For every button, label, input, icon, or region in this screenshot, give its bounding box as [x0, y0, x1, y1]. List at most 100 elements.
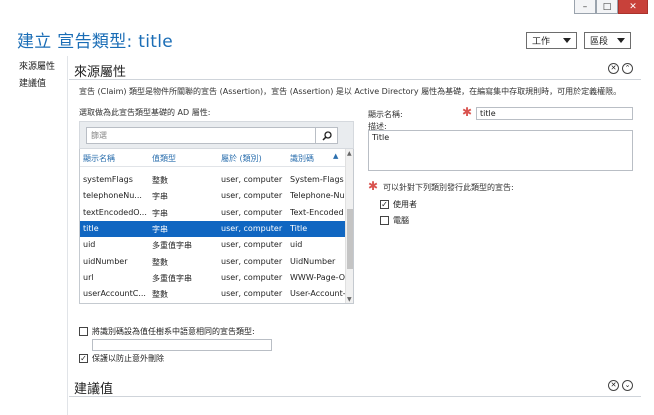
display-name-label: 顯示名稱: [368, 110, 403, 119]
table-row[interactable]: systemFlags 整數 user, computer System-Flags [80, 172, 346, 188]
cell-id: Title [290, 223, 308, 233]
cell-value-type: 整數 [152, 257, 168, 267]
chevron-up-icon[interactable]: ⌃ [622, 63, 633, 74]
cell-display-name: userAccountC... [83, 289, 146, 299]
cell-value-type: 字串 [152, 224, 168, 234]
table-row[interactable]: telephoneNu... 字串 user, computer Telephone-… [80, 188, 346, 204]
cell-value-type: 整數 [152, 176, 168, 185]
page-title: 建立 宣告類型: title [17, 32, 173, 52]
close-icon[interactable]: ✕ [608, 63, 619, 74]
semantic-id-input[interactable] [92, 339, 272, 351]
chevron-down-icon [617, 38, 625, 43]
tasks-dropdown-label: 工作 [532, 37, 551, 47]
description-field[interactable]: Title [368, 130, 633, 171]
sections-dropdown[interactable]: 區段 [584, 32, 631, 49]
source-section-header: 來源屬性 ✕ ⌃ [69, 58, 641, 80]
set-id-option[interactable]: 將識別碼設為值任樹系中語意相同的宣告類型: [79, 326, 255, 337]
cell-display-name: uidNumber [83, 256, 128, 266]
table-row[interactable]: uid 多重值字串 user, computer uid [80, 237, 346, 253]
cell-display-name: title [83, 223, 99, 233]
chevron-down-icon [563, 38, 571, 43]
set-id-checkbox[interactable] [79, 327, 88, 336]
window-header: – □ ✕ 建立 宣告類型: title 工作 區段 [0, 0, 654, 56]
table-row[interactable]: uidNumber 整數 user, computer UidNumber [80, 254, 346, 270]
section-nav: 來源屬性 建議值 [0, 56, 68, 415]
cell-display-name: textEncodedO... [83, 207, 147, 217]
cell-id: uid [290, 240, 303, 250]
minimize-button[interactable]: – [574, 0, 596, 14]
cell-class: user, computer [221, 272, 283, 282]
cell-class: user, computer [221, 256, 283, 266]
table-row[interactable]: title 字串 user, computer Title [80, 220, 346, 237]
search-icon [321, 130, 332, 141]
select-attribute-label: 選取做為此宣告類型基礎的 AD 屬性: [79, 108, 211, 117]
source-section-title: 來源屬性 [74, 65, 127, 80]
section-description: 宣告 (Claim) 類型是物件所關聯的宣告 (Assertion)，宣告 (A… [79, 87, 622, 96]
cell-id: WWW-Page-O [290, 272, 346, 282]
column-header-display-name[interactable]: 顯示名稱 [83, 153, 149, 164]
cell-class: user, computer [221, 191, 283, 201]
cell-class: user, computer [221, 175, 283, 184]
cell-display-name: uid [83, 240, 96, 250]
protect-option[interactable]: ✓ 保護以防止意外刪除 [79, 353, 164, 364]
issue-for-label: 可以針對下列類別發行此類型的宣告: [383, 183, 514, 192]
search-button[interactable] [316, 127, 338, 144]
required-asterisk-icon: ✱ [462, 105, 473, 119]
set-id-label: 將識別碼設為值任樹系中語意相同的宣告類型: [92, 327, 255, 336]
protect-checkbox[interactable]: ✓ [79, 354, 88, 363]
scroll-up-icon[interactable]: ▲ [347, 150, 352, 157]
user-class-checkbox[interactable]: ✓ [380, 200, 389, 209]
cell-value-type: 多重值字串 [152, 241, 192, 251]
computer-class-label: 電腦 [393, 216, 409, 225]
column-header-value-type[interactable]: 值類型 [152, 153, 216, 164]
grid-header: 顯示名稱 值類型 屬於 (類別) 識別碼 ▲ [80, 149, 345, 167]
cell-value-type: 多重值字串 [152, 273, 192, 283]
cell-id: System-Flags [290, 175, 344, 184]
window-controls: – □ ✕ [574, 0, 648, 14]
cell-display-name: url [83, 272, 94, 282]
cell-class: user, computer [221, 289, 283, 299]
vertical-scrollbar[interactable]: ▲ ▼ [345, 149, 353, 303]
cell-value-type: 字串 [152, 208, 168, 218]
tasks-dropdown[interactable]: 工作 [526, 32, 577, 49]
scroll-down-icon[interactable]: ▼ [347, 296, 352, 303]
required-asterisk-icon: ✱ [368, 179, 379, 193]
sections-dropdown-label: 區段 [590, 37, 609, 47]
cell-id: UidNumber [290, 256, 336, 266]
cell-id: Telephone-Nu [290, 191, 345, 201]
cell-class: user, computer [221, 240, 283, 250]
nav-item-source-attribute[interactable]: 來源屬性 [0, 59, 67, 76]
table-row[interactable]: textEncodedO... 字串 user, computer Text-Enco… [80, 205, 346, 221]
cell-class: user, computer [221, 207, 283, 217]
class-option-user[interactable]: ✓ 使用者 [380, 199, 417, 210]
section-controls: ✕ ⌃ [608, 63, 633, 74]
cell-display-name: telephoneNu... [83, 191, 142, 201]
filter-input[interactable]: 篩選 [86, 127, 316, 144]
scrollbar-thumb[interactable] [347, 209, 353, 269]
filter-bar: 篩選 [79, 121, 354, 149]
column-header-class[interactable]: 屬於 (類別) [221, 153, 287, 164]
table-row[interactable]: userAccountC... 整數 user, computer User-Acco… [80, 286, 346, 302]
user-class-label: 使用者 [393, 200, 417, 209]
protect-label: 保護以防止意外刪除 [92, 354, 164, 363]
cell-value-type: 字串 [152, 192, 168, 202]
cell-class: user, computer [221, 223, 283, 233]
cell-value-type: 整數 [152, 290, 168, 300]
table-row[interactable]: url 多重值字串 user, computer WWW-Page-O [80, 270, 346, 286]
computer-class-checkbox[interactable] [380, 216, 389, 225]
cell-display-name: systemFlags [83, 175, 133, 184]
suggested-section-title: 建議值 [74, 382, 114, 397]
close-icon[interactable]: ✕ [608, 380, 619, 391]
display-name-field[interactable]: title [476, 107, 633, 120]
suggested-section-header: 建議值 ✕ ⌄ [69, 375, 641, 397]
chevron-down-icon[interactable]: ⌄ [622, 380, 633, 391]
attribute-grid: 顯示名稱 值類型 屬於 (類別) 識別碼 ▲ systemFlags 整數 user… [79, 149, 354, 304]
class-option-computer[interactable]: 電腦 [380, 215, 409, 226]
nav-item-suggested-values[interactable]: 建議值 [0, 76, 67, 93]
cell-id: User-Account- [290, 289, 346, 299]
sort-up-icon: ▲ [333, 152, 339, 160]
cell-id: Text-Encoded [290, 207, 344, 217]
close-window-button[interactable]: ✕ [618, 0, 648, 14]
maximize-button[interactable]: □ [596, 0, 618, 14]
section-controls: ✕ ⌄ [608, 380, 633, 391]
